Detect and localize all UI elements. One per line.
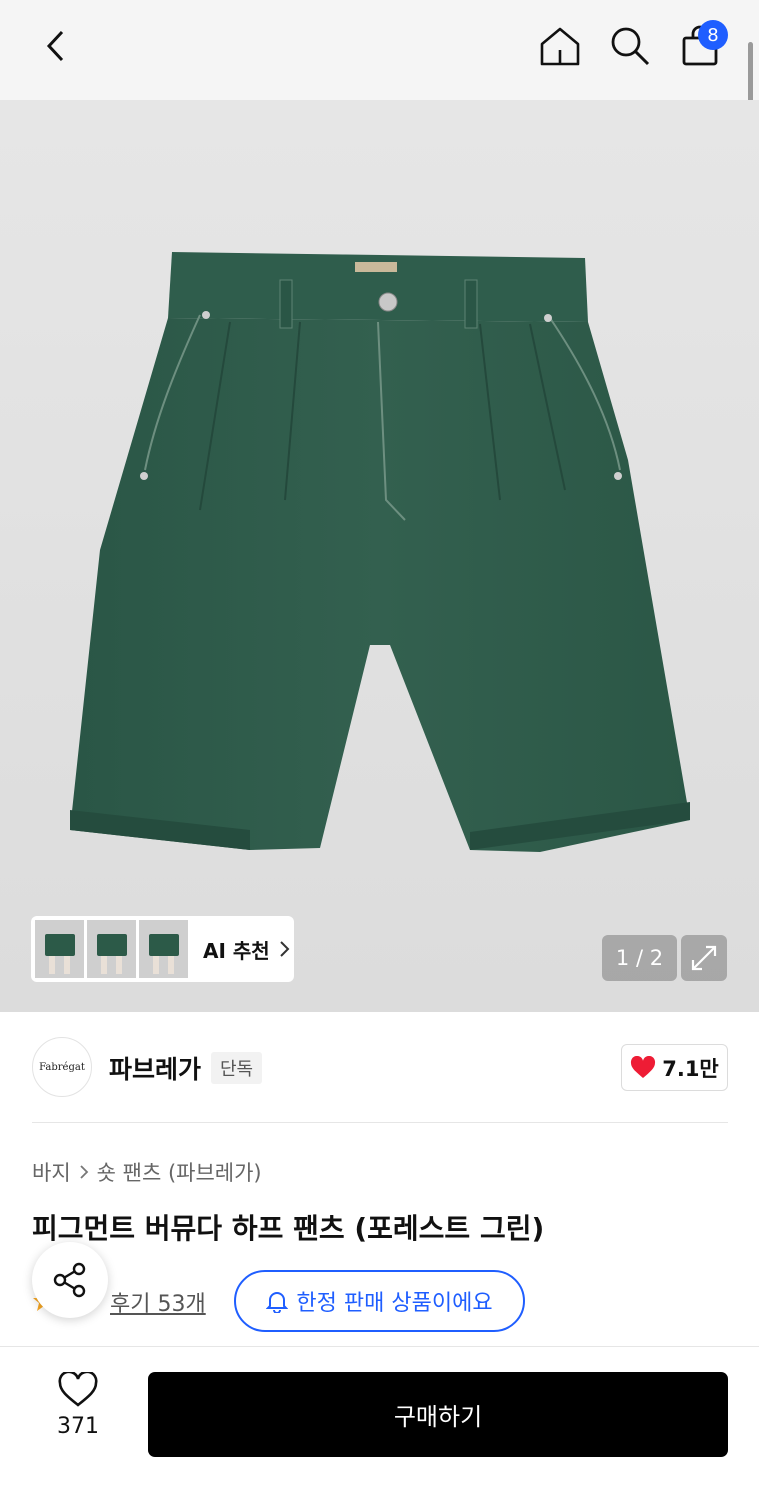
reviews-link[interactable]: 후기 53개 — [110, 1286, 206, 1318]
image-pager: 1 / 2 — [602, 935, 677, 981]
thumbnail-model-2[interactable] — [87, 920, 136, 978]
back-icon — [46, 30, 64, 62]
brand-name[interactable]: 파브레가 — [109, 1050, 201, 1086]
share-icon — [53, 1262, 86, 1298]
chevron-right-icon — [80, 1165, 88, 1179]
brand-like-count: 7.1만 — [662, 1056, 719, 1081]
heart-filled-icon — [631, 1055, 656, 1078]
brand-logo[interactable]: Fabrégat — [32, 1037, 92, 1097]
exclusive-badge: 단독 — [211, 1052, 263, 1084]
chevron-right-icon — [279, 941, 290, 957]
back-button[interactable] — [32, 22, 80, 70]
expand-icon — [691, 945, 717, 971]
thumbnail-model-3[interactable] — [139, 920, 188, 978]
product-image — [70, 252, 690, 852]
expand-image-button[interactable] — [681, 935, 727, 981]
breadcrumb-category[interactable]: 바지 — [32, 1157, 71, 1187]
brand-logo-text: Fabrégat — [39, 1061, 85, 1073]
buy-button[interactable]: 구매하기 — [148, 1372, 728, 1457]
search-icon — [611, 27, 650, 66]
heart-outline-icon — [58, 1372, 98, 1407]
cart-count-badge: 8 — [698, 20, 728, 50]
thumbnail-model-1[interactable] — [35, 920, 84, 978]
search-button[interactable] — [606, 22, 654, 70]
limited-sale-notice[interactable]: 한정 판매 상품이에요 — [234, 1270, 525, 1332]
breadcrumb: 바지 숏 팬츠 (파브레가) — [32, 1157, 262, 1187]
home-icon — [540, 27, 580, 66]
ai-recommendation-card[interactable]: AI 추천 — [31, 916, 294, 982]
divider — [32, 1122, 728, 1123]
product-image-gallery[interactable]: AI 추천 1 / 2 — [0, 100, 759, 1012]
ai-recommendation-label: AI 추천 — [203, 938, 270, 963]
top-navigation-bar: 8 — [0, 0, 759, 100]
wishlist-button[interactable]: 371 — [44, 1372, 112, 1452]
bell-icon — [266, 1292, 289, 1313]
product-title: 피그먼트 버뮤다 하프 팬츠 (포레스트 그린) — [32, 1212, 545, 1245]
share-button[interactable] — [32, 1242, 108, 1318]
limited-sale-label: 한정 판매 상품이에요 — [296, 1291, 493, 1316]
wishlist-count: 371 — [57, 1414, 99, 1439]
brand-like-button[interactable]: 7.1만 — [621, 1044, 728, 1091]
home-button[interactable] — [536, 22, 584, 70]
breadcrumb-subcategory[interactable]: 숏 팬츠 (파브레가) — [97, 1157, 262, 1187]
